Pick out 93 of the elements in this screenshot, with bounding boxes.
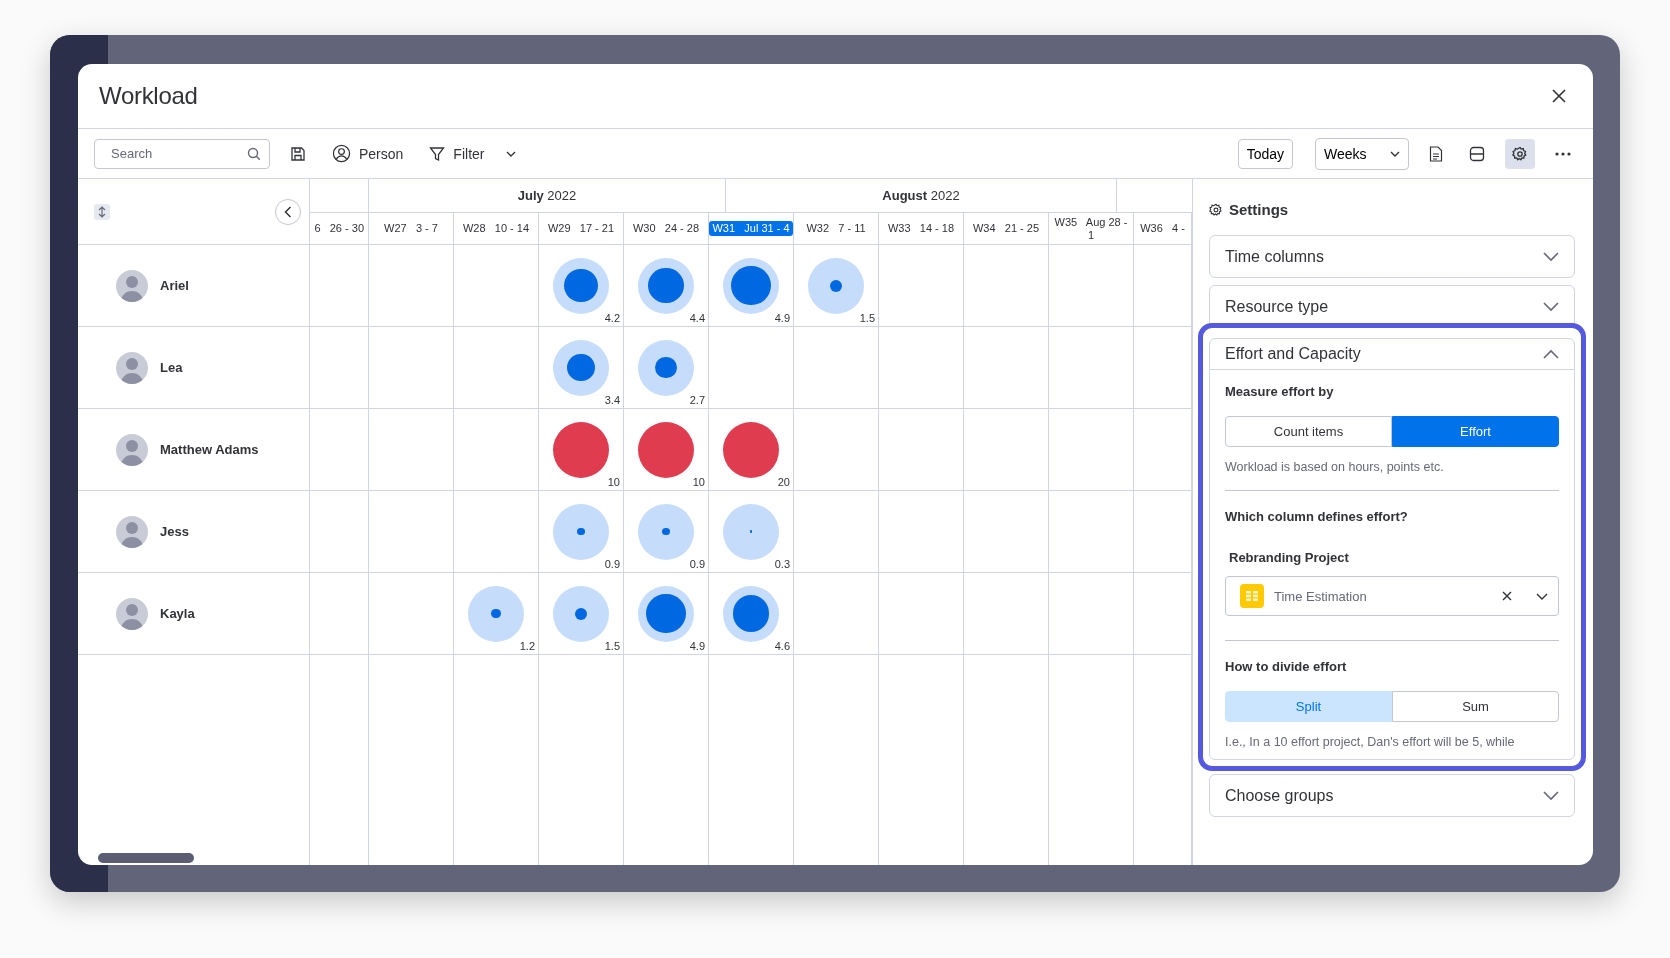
person-name: Jess <box>160 524 189 539</box>
segment-option[interactable]: Split <box>1225 691 1392 722</box>
chevron-down-icon <box>506 150 517 157</box>
person-name: Matthew Adams <box>160 442 259 457</box>
load-dot <box>749 530 753 533</box>
section-label: How to divide effort <box>1225 659 1348 674</box>
scrollbar-thumb[interactable] <box>98 853 194 863</box>
week-label: W27 3 - 7 <box>383 221 439 236</box>
load-dot <box>491 608 501 619</box>
avatar <box>116 515 148 548</box>
load-dot <box>646 593 686 634</box>
week-label: W32 7 - 11 <box>805 221 867 236</box>
view-dropdown[interactable]: Weeks <box>1315 137 1409 170</box>
person-filter-button[interactable]: Person <box>326 140 410 167</box>
effort-value: 0.9 <box>689 558 705 570</box>
collapse-button[interactable] <box>275 198 301 225</box>
section-label: Which column defines effort? <box>1225 509 1409 524</box>
section-header[interactable]: Effort and Capacity <box>1210 339 1574 370</box>
week-label: W35 Aug 28 - 1 <box>1053 214 1129 243</box>
column-select[interactable]: Time Estimation <box>1225 576 1559 616</box>
clear-icon[interactable] <box>1502 591 1512 601</box>
load-dot <box>830 279 842 292</box>
board-name: Rebranding Project <box>1229 550 1350 565</box>
settings-icon <box>1512 145 1528 162</box>
filter-icon <box>429 145 446 162</box>
segment-option[interactable]: Effort <box>1392 416 1559 447</box>
avatar <box>116 351 148 384</box>
person-name: Kayla <box>160 606 195 621</box>
layout-icon <box>1469 145 1485 162</box>
week-label: W33 14 - 18 <box>886 221 955 236</box>
load-dot <box>577 527 585 536</box>
avatar <box>116 269 148 302</box>
effort-value: 10 <box>692 476 705 488</box>
section-header[interactable]: Time columns <box>1210 236 1574 277</box>
week-label: W28 10 - 14 <box>461 221 530 236</box>
person-name: Ariel <box>160 278 189 293</box>
more-icon <box>1555 151 1571 156</box>
settings-title: Settings <box>1229 201 1289 218</box>
section-header[interactable]: Resource type <box>1210 286 1574 327</box>
sort-icon[interactable] <box>94 203 110 220</box>
load-dot <box>648 267 684 304</box>
avatar <box>116 433 148 466</box>
load-dot <box>575 607 587 620</box>
filter-button[interactable]: Filter <box>423 141 523 166</box>
month-label: August 2022 <box>882 188 960 203</box>
month-label: July 2022 <box>517 188 577 203</box>
gear-icon <box>1209 202 1223 217</box>
week-label: W34 21 - 25 <box>971 221 1040 236</box>
load-dot <box>662 527 670 536</box>
settings-button[interactable] <box>1505 138 1535 169</box>
effort-value: 20 <box>777 476 790 488</box>
person-icon <box>332 144 351 163</box>
dialog-title: Workload <box>99 82 198 110</box>
effort-value: 10 <box>607 476 620 488</box>
week-label: W31 Jul 31 - 4 <box>709 221 793 236</box>
week-label: W29 17 - 21 <box>546 221 615 236</box>
section-label: Measure effort by <box>1225 384 1335 399</box>
load-dot <box>732 595 770 632</box>
load-dot <box>655 356 677 379</box>
effort-value: 4.6 <box>774 640 790 652</box>
effort-value: 2.7 <box>689 394 705 406</box>
chevron-down-icon <box>1390 150 1400 157</box>
effort-value: 4.2 <box>604 312 620 324</box>
close-icon <box>1551 88 1567 104</box>
effort-value: 3.4 <box>604 394 620 406</box>
effort-value: 0.3 <box>774 558 790 570</box>
table-icon <box>1240 584 1264 608</box>
segment-option[interactable]: Count items <box>1225 416 1392 447</box>
segment-option[interactable]: Sum <box>1392 691 1559 722</box>
document-icon <box>1429 145 1443 162</box>
search-icon <box>247 146 261 161</box>
load-dot <box>567 353 595 382</box>
person-name: Lea <box>160 360 183 375</box>
effort-value: 0.9 <box>604 558 620 570</box>
chevron-down-icon[interactable] <box>1536 592 1548 600</box>
chevron-left-icon <box>284 205 292 218</box>
load-dot <box>731 265 771 306</box>
search-field[interactable]: Search <box>94 138 270 169</box>
load-dot <box>564 268 598 303</box>
week-label: W36 4 - <box>1139 221 1186 236</box>
hint-text: I.e., In a 10 effort project, Dan's effort will be 5, while <box>1225 735 1516 749</box>
effort-value: 1.5 <box>604 640 620 652</box>
avatar <box>116 597 148 630</box>
hint-text: Workload is based on hours, points etc. <box>1225 460 1445 474</box>
today-button[interactable]: Today <box>1237 138 1293 169</box>
effort-value: 1.2 <box>519 640 535 652</box>
section-header[interactable]: Choose groups <box>1210 775 1574 816</box>
effort-value: 4.9 <box>774 312 790 324</box>
effort-value: 4.9 <box>689 640 705 652</box>
effort-value: 4.4 <box>689 312 705 324</box>
effort-value: 1.5 <box>859 312 875 324</box>
week-label: 6 26 - 30 <box>314 221 364 236</box>
week-label: W30 24 - 28 <box>631 221 700 236</box>
